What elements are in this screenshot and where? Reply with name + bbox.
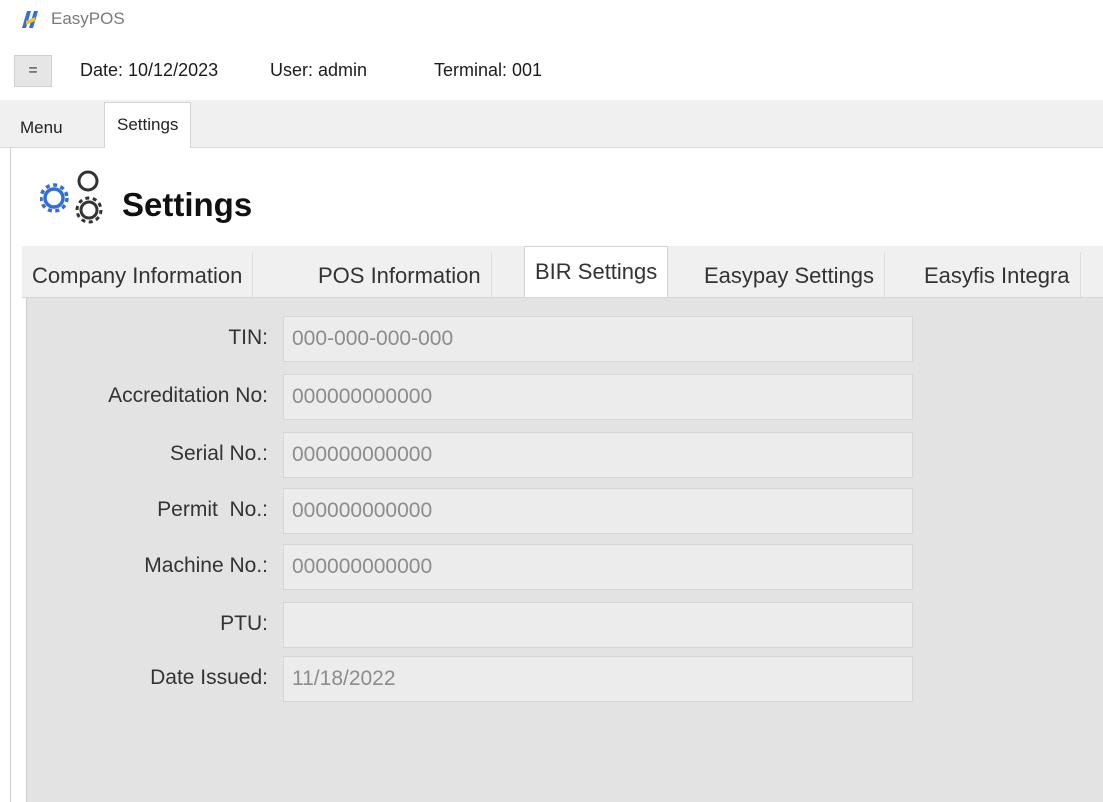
tab-easyfis-integration[interactable]: Easyfis Integra — [914, 252, 1081, 297]
form-row-machine: Machine No.: — [27, 544, 1103, 592]
permit-no-label: Permit No.: — [157, 498, 268, 521]
settings-tabstrip: Company Information POS Information BIR … — [22, 246, 1103, 298]
date-issued-field[interactable] — [283, 656, 913, 702]
tab-menu[interactable]: Menu — [8, 109, 75, 147]
tin-label: TIN: — [228, 326, 268, 349]
bir-settings-panel: TIN: Accreditation No: Serial No.: Permi… — [26, 298, 1103, 802]
tab-company-information[interactable]: Company Information — [22, 252, 254, 297]
tab-bir-settings[interactable]: BIR Settings — [524, 246, 669, 297]
tab-settings[interactable]: Settings — [104, 102, 192, 148]
date-issued-label: Date Issued: — [150, 666, 268, 689]
form-row-ptu: PTU: — [27, 602, 1103, 650]
ptu-label: PTU: — [220, 612, 268, 635]
accreditation-no-label: Accreditation No: — [108, 384, 268, 407]
title-bar: EasyPOS — [0, 0, 1103, 40]
main-tabstrip: Menu Settings — [0, 100, 1103, 148]
menu-toggle-button[interactable]: = — [14, 55, 52, 87]
session-date: Date: 10/12/2023 — [80, 60, 219, 80]
tab-easypay-settings[interactable]: Easypay Settings — [694, 252, 885, 297]
content-border — [10, 148, 11, 802]
serial-no-label: Serial No.: — [169, 442, 268, 465]
tab-pos-information[interactable]: POS Information — [308, 252, 492, 297]
form-row-date-issued: Date Issued: — [27, 656, 1103, 704]
accreditation-no-field[interactable] — [283, 374, 913, 420]
serial-no-field[interactable] — [283, 432, 913, 478]
form-row-accreditation: Accreditation No: — [27, 374, 1103, 422]
session-terminal: Terminal: 001 — [434, 60, 543, 80]
permit-no-field[interactable] — [283, 488, 913, 534]
form-row-serial: Serial No.: — [27, 432, 1103, 480]
tin-field[interactable] — [283, 316, 913, 362]
status-bar: = Date: 10/12/2023 User: admin Terminal:… — [0, 52, 1103, 92]
machine-no-label: Machine No.: — [144, 554, 268, 577]
form-row-tin: TIN: — [27, 316, 1103, 364]
form-row-permit: Permit No.: — [27, 488, 1103, 536]
session-user: User: admin — [270, 60, 368, 80]
gears-icon — [40, 170, 103, 224]
machine-no-field[interactable] — [283, 544, 913, 590]
page-title: Settings — [122, 186, 253, 223]
ptu-field[interactable] — [283, 602, 913, 648]
easypos-logo-icon — [22, 11, 38, 28]
app-title: EasyPOS — [51, 9, 125, 28]
